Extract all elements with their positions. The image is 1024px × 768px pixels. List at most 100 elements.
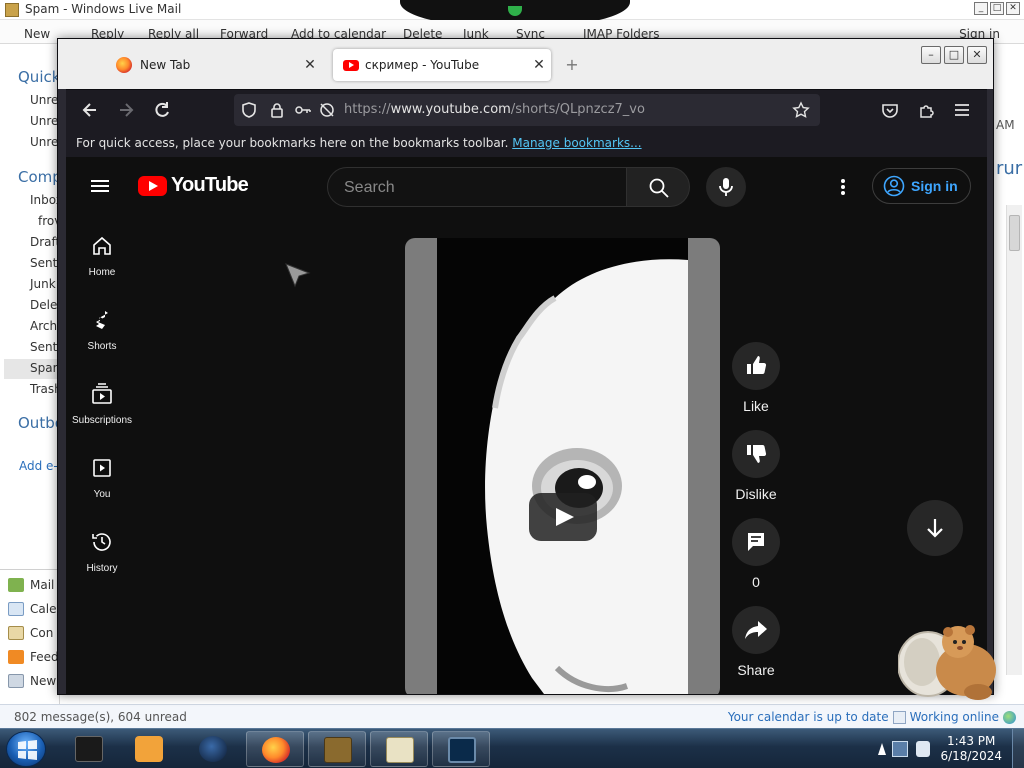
share-button[interactable]: Share <box>730 606 782 678</box>
module-feeds[interactable]: Feed <box>8 650 59 664</box>
folder-item[interactable]: Unrea <box>30 93 59 107</box>
share-circle[interactable] <box>732 606 780 654</box>
bookmark-star-icon[interactable] <box>792 101 810 119</box>
more-options-icon[interactable] <box>838 177 848 197</box>
folder-archive[interactable]: Archi <box>30 319 59 333</box>
computer-header[interactable]: Comp <box>18 168 59 186</box>
play-button[interactable] <box>529 493 597 541</box>
permissions-key-icon[interactable] <box>294 101 312 119</box>
back-arrow-icon[interactable] <box>80 100 100 120</box>
autoplay-blocked-icon[interactable] <box>318 101 336 119</box>
folder-junk[interactable]: Junk <box>30 277 56 291</box>
folder-deleted[interactable]: Delet <box>30 298 59 312</box>
address-bar[interactable]: https://www.youtube.com/shorts/QLpnzcz7_… <box>234 94 820 126</box>
manage-bookmarks-link[interactable]: Manage bookmarks... <box>512 136 641 150</box>
thumbs-down-icon <box>747 444 767 463</box>
taskbar-remote-desktop[interactable] <box>432 731 490 767</box>
mail-message-scrollbar[interactable] <box>1006 205 1022 675</box>
comments-button[interactable]: 0 <box>730 518 782 590</box>
folder-sent-2[interactable]: Sent <box>30 340 57 354</box>
module-calendar[interactable]: Cale <box>8 602 56 616</box>
taskbar-box-app[interactable] <box>308 731 366 767</box>
new-tab-plus-icon[interactable]: + <box>561 54 583 76</box>
dislike-button[interactable]: Dislike <box>730 430 782 502</box>
calendar-module-icon <box>8 602 24 616</box>
start-button[interactable] <box>6 731 46 767</box>
sidebar-label: Shorts <box>87 341 117 352</box>
tab-youtube[interactable]: скример - YouTube ✕ <box>333 49 551 81</box>
close-tab-icon[interactable]: ✕ <box>527 57 551 73</box>
sidebar-item-you[interactable]: You <box>66 456 138 500</box>
sign-in-button[interactable]: Sign in <box>872 168 971 204</box>
folder-inbox[interactable]: Inbox <box>30 193 59 207</box>
extensions-puzzle-icon[interactable] <box>917 100 937 120</box>
show-hidden-icons-arrow-icon[interactable] <box>878 743 886 755</box>
outbox-header[interactable]: Outbo <box>18 414 59 432</box>
lock-icon[interactable] <box>268 101 286 119</box>
quick-views-header[interactable]: Quick <box>18 68 59 86</box>
search-button[interactable] <box>626 167 690 207</box>
like-button[interactable]: Like <box>730 342 782 414</box>
close-tab-icon[interactable]: ✕ <box>298 57 322 73</box>
sidebar-item-history[interactable]: History <box>66 530 138 574</box>
add-account-link[interactable]: Add e- <box>19 459 58 473</box>
globe-icon <box>1003 710 1016 724</box>
maximize-button[interactable]: □ <box>944 46 964 64</box>
folder-drafts[interactable]: Draft <box>30 235 59 249</box>
folder-spam[interactable]: Spam <box>4 359 59 379</box>
taskbar-app-3[interactable] <box>184 731 242 767</box>
show-desktop-button[interactable] <box>1012 729 1024 768</box>
module-contacts[interactable]: Con <box>8 626 53 640</box>
pocket-icon[interactable] <box>880 100 900 120</box>
sidebar-item-subscriptions[interactable]: Subscriptions <box>66 382 138 426</box>
youtube-page: YouTube Sign in Home Shorts Subscription… <box>66 157 987 694</box>
module-label: Cale <box>30 602 57 616</box>
sidebar-item-shorts[interactable]: Shorts <box>66 308 138 352</box>
mail-maximize-button[interactable]: □ <box>990 2 1004 15</box>
taskbar-app-2[interactable] <box>120 731 178 767</box>
folder-trash[interactable]: Trash <box>30 382 59 396</box>
notification-area: 1:43 PM 6/18/2024 <box>878 729 1024 768</box>
next-short-button[interactable] <box>907 500 963 556</box>
newsgroups-module-icon <box>8 674 24 688</box>
sidebar-item-home[interactable]: Home <box>66 234 138 278</box>
mail-close-button[interactable]: ✕ <box>1006 2 1020 15</box>
sidebar-label: Subscriptions <box>71 415 133 426</box>
youtube-logo[interactable]: YouTube <box>138 174 249 197</box>
module-mail[interactable]: Mail <box>8 578 54 592</box>
volume-icon[interactable] <box>916 741 930 757</box>
close-window-button[interactable]: ✕ <box>967 46 987 64</box>
calendar-sync-icon <box>892 710 906 724</box>
folder-item[interactable]: Unrea <box>30 135 59 149</box>
guide-menu-icon[interactable] <box>91 177 113 195</box>
module-label: Mail <box>30 578 55 592</box>
shorts-video-player[interactable] <box>405 238 720 694</box>
tab-new-tab[interactable]: New Tab ✕ <box>106 49 322 81</box>
minimize-button[interactable]: – <box>921 46 941 64</box>
message-count-status: 802 message(s), 604 unread <box>14 710 187 724</box>
network-icon[interactable] <box>892 741 908 757</box>
dislike-circle[interactable] <box>732 430 780 478</box>
like-circle[interactable] <box>732 342 780 390</box>
taskbar-firefox[interactable] <box>246 731 304 767</box>
ribbon-new-button[interactable]: New <box>24 27 50 41</box>
comments-circle[interactable] <box>732 518 780 566</box>
taskbar-app-1[interactable] <box>60 731 118 767</box>
comment-icon <box>748 533 764 551</box>
voice-search-button[interactable] <box>706 167 746 207</box>
hamburger-menu-icon[interactable] <box>952 100 972 120</box>
url-text[interactable]: https://www.youtube.com/shorts/QLpnzcz7_… <box>344 102 645 117</box>
tracking-protection-shield-icon[interactable] <box>240 101 258 119</box>
mail-minimize-button[interactable]: _ <box>974 2 988 15</box>
video-frame[interactable] <box>437 238 688 694</box>
folder-item[interactable]: Unrea <box>30 114 59 128</box>
forward-arrow-icon[interactable] <box>116 100 136 120</box>
media-player-icon <box>135 736 163 762</box>
taskbar-windows-live-mail[interactable] <box>370 731 428 767</box>
reload-icon[interactable] <box>152 100 172 120</box>
search-input[interactable] <box>344 177 614 199</box>
module-newsgroups[interactable]: New <box>8 674 56 688</box>
folder-sent[interactable]: Sent <box>30 256 57 270</box>
system-clock[interactable]: 1:43 PM 6/18/2024 <box>940 734 1002 764</box>
scrollbar-thumb[interactable] <box>1009 215 1020 251</box>
